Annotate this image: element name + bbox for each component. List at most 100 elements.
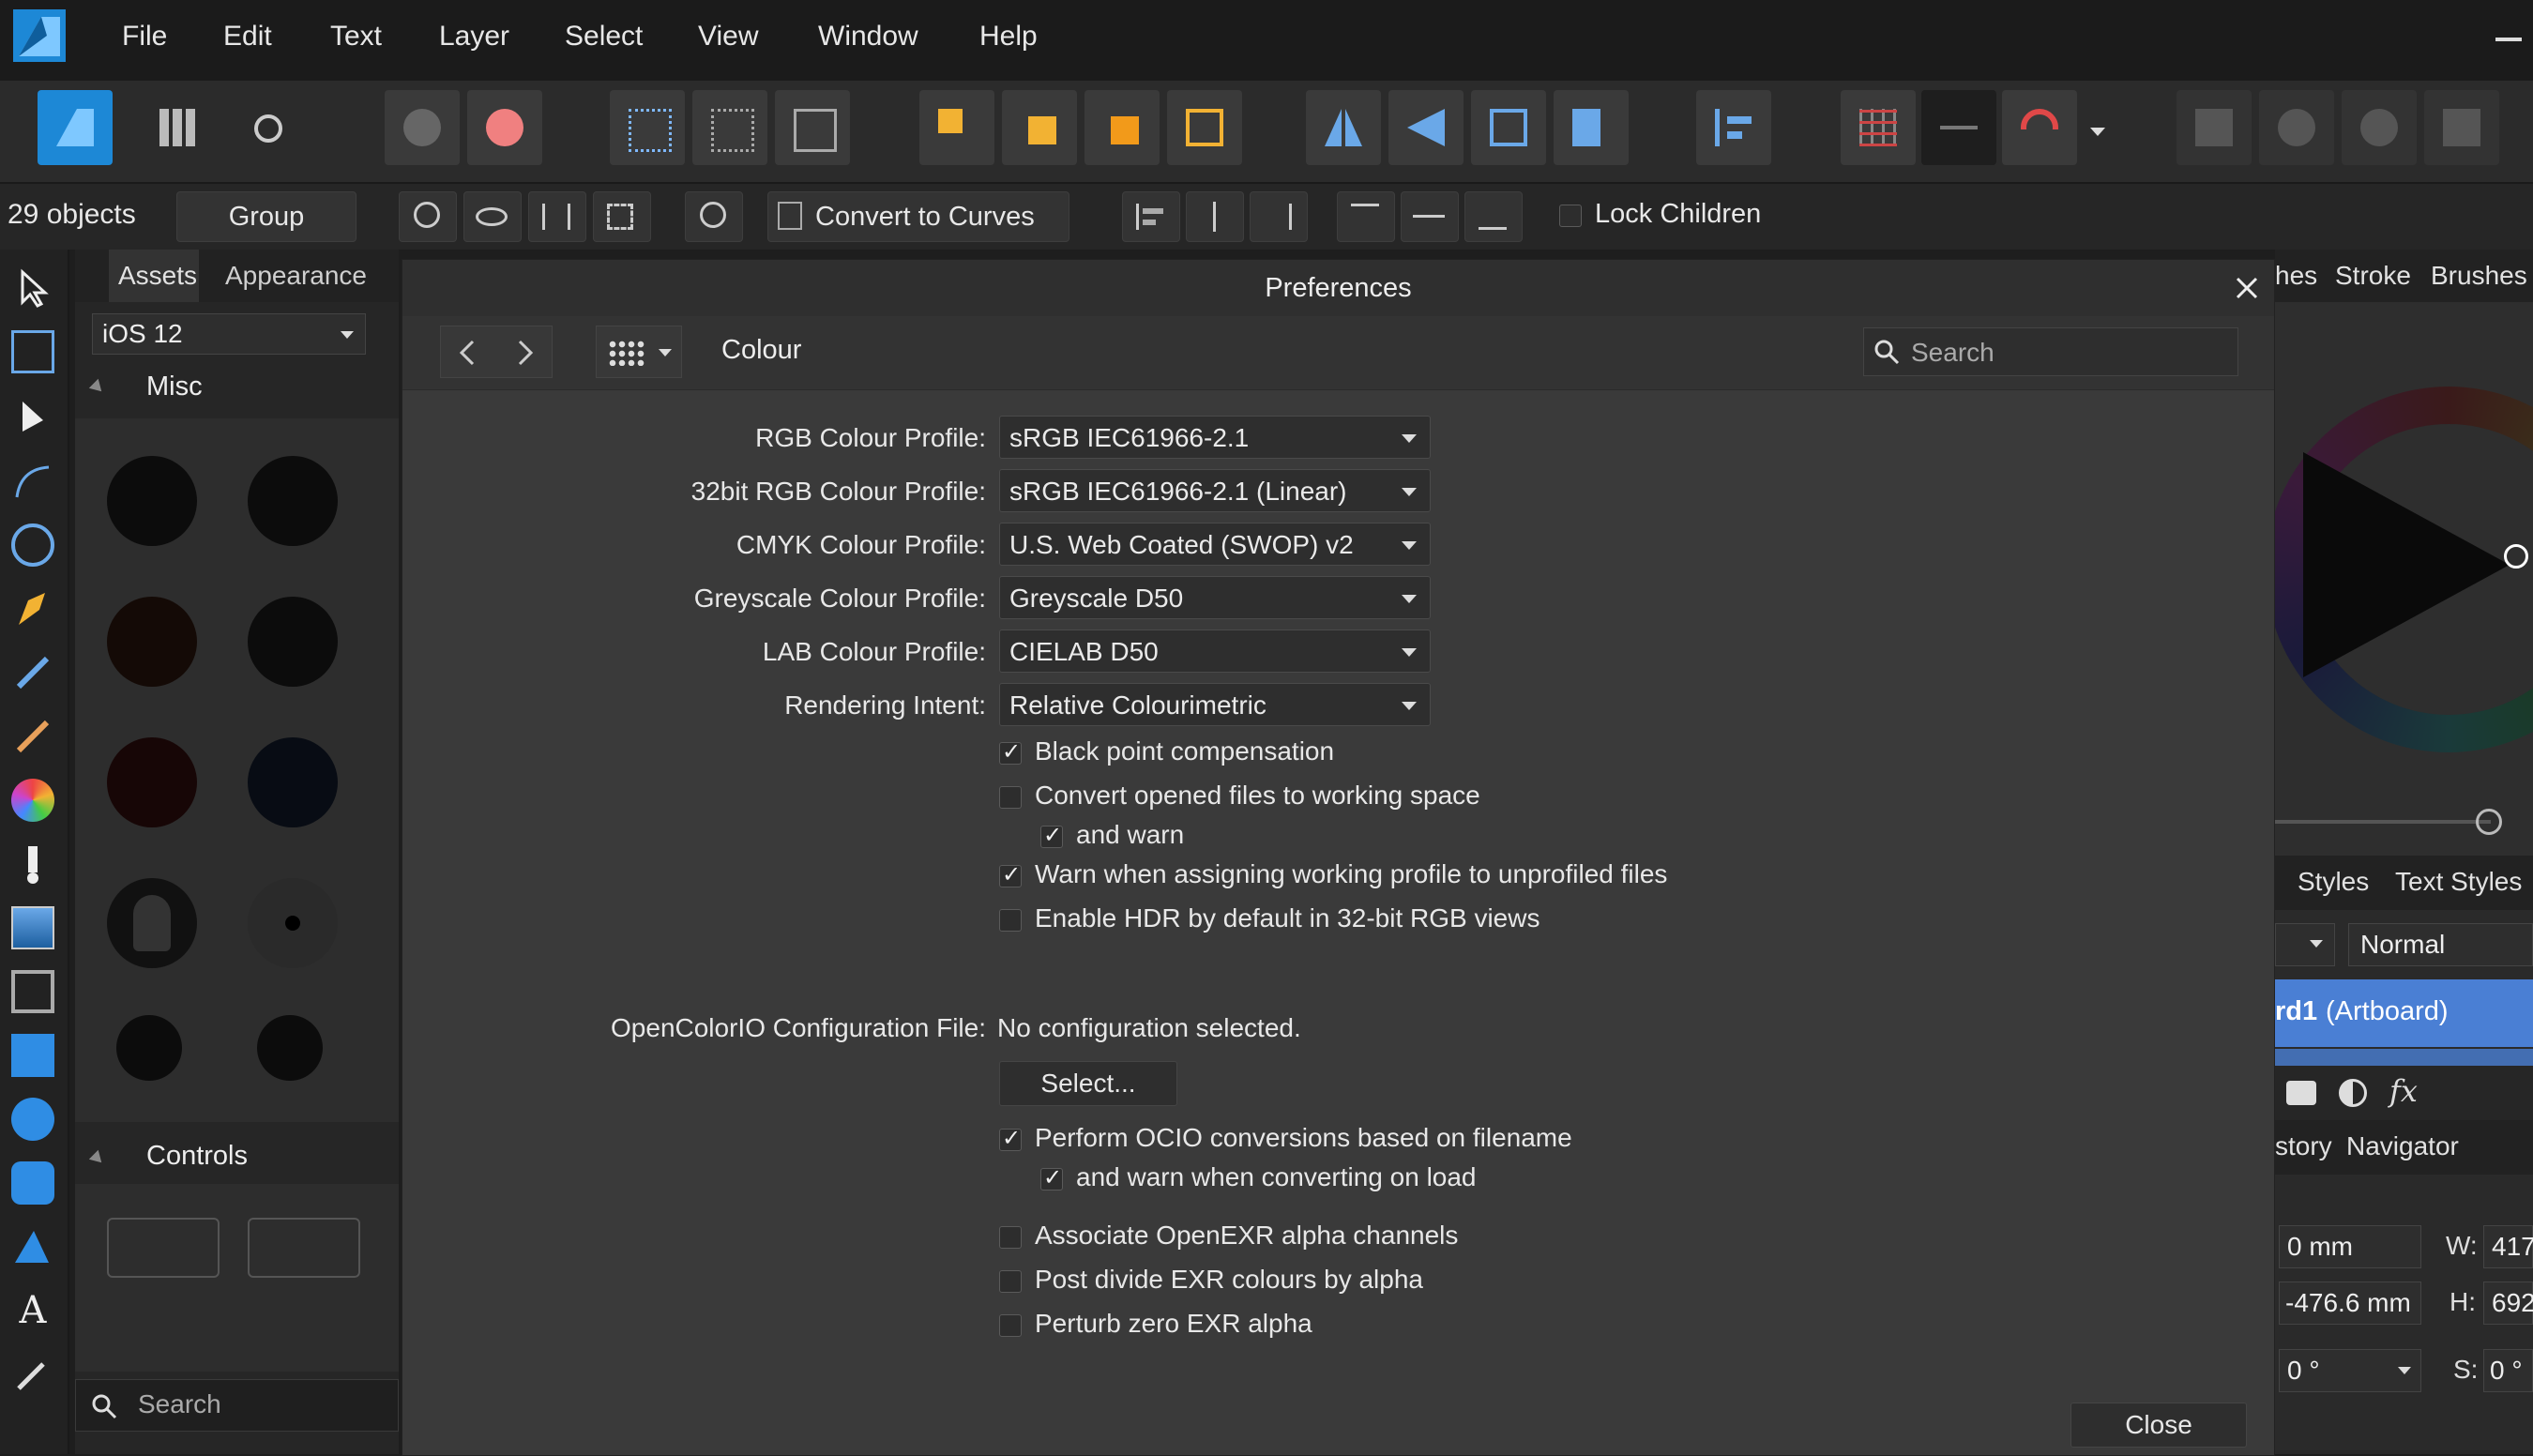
close-button[interactable]: Close <box>2070 1403 2247 1448</box>
opacity-slider-handle[interactable] <box>2476 809 2502 835</box>
colour-wheel[interactable] <box>2275 387 2533 752</box>
pixel-persona-button[interactable] <box>141 90 216 165</box>
minimize-icon[interactable] <box>2495 38 2522 41</box>
asset-avatar-icon[interactable] <box>107 878 197 968</box>
collapse-icon[interactable] <box>88 378 107 397</box>
crop-tool-icon[interactable] <box>11 970 54 1013</box>
ellipse-tool-icon[interactable] <box>11 1098 54 1141</box>
layer-row-artboard-2[interactable] <box>2275 1049 2533 1066</box>
rounded-rectangle-tool-icon[interactable] <box>11 1161 54 1205</box>
asset-control-item[interactable] <box>107 1218 220 1278</box>
boolean-intersect-button[interactable] <box>2342 90 2417 165</box>
rectangle-tool-icon[interactable] <box>11 1034 54 1077</box>
ocio-filename-checkbox[interactable] <box>999 1125 1022 1151</box>
select-bounds-button[interactable] <box>692 90 767 165</box>
arrange-forward-button[interactable] <box>1084 90 1160 165</box>
brush-tool-icon[interactable] <box>11 715 54 758</box>
openexr-alpha-checkbox[interactable] <box>999 1226 1022 1249</box>
corner-tool-icon[interactable] <box>11 460 54 503</box>
crosshair-icon[interactable] <box>399 191 457 242</box>
asset-trash-icon[interactable] <box>107 737 197 827</box>
align-top-icon[interactable] <box>1337 191 1395 242</box>
align-bottom-icon[interactable] <box>1464 191 1523 242</box>
enable-hdr-checkbox[interactable] <box>999 909 1022 932</box>
and-warn-checkbox[interactable] <box>1040 822 1063 848</box>
node-tool-icon[interactable] <box>11 396 54 439</box>
share-icon[interactable] <box>230 90 305 165</box>
asset-dot-icon[interactable] <box>248 878 338 968</box>
menu-help[interactable]: Help <box>979 21 1038 53</box>
preferences-search-input[interactable]: Search <box>1863 327 2238 376</box>
rotate-right-button[interactable] <box>1554 90 1629 165</box>
transform-button[interactable] <box>775 90 850 165</box>
place-image-tool-icon[interactable] <box>11 906 54 949</box>
triangle-tool-icon[interactable] <box>11 1225 54 1268</box>
move-tool-icon[interactable] <box>11 266 54 310</box>
tab-text-styles[interactable]: Text Styles <box>2395 867 2522 897</box>
text-tool-icon[interactable]: A <box>11 1289 54 1332</box>
tab-swatches[interactable]: hes <box>2275 261 2317 291</box>
lab-profile-select[interactable]: CIELAB D50 <box>999 629 1431 673</box>
width-field[interactable]: 417 <box>2483 1225 2533 1268</box>
ocio-warn-checkbox[interactable] <box>1040 1164 1063 1191</box>
designer-persona-button[interactable] <box>38 90 113 165</box>
pen-tool-icon[interactable] <box>11 587 54 630</box>
boolean-subtract-button[interactable] <box>2259 90 2334 165</box>
fill-tool-icon[interactable] <box>11 779 54 822</box>
menu-view[interactable]: View <box>698 21 758 53</box>
shear-field[interactable]: 0 ° <box>2483 1349 2533 1392</box>
colour-handle[interactable] <box>2504 544 2528 569</box>
snapping-magnet-icon[interactable] <box>2002 90 2077 165</box>
flip-horizontal-button[interactable] <box>1306 90 1381 165</box>
group-button[interactable]: Group <box>176 191 356 242</box>
pencil-tool-icon[interactable] <box>11 651 54 694</box>
opacity-slider[interactable] <box>2275 820 2491 824</box>
align-center-icon[interactable] <box>1186 191 1244 242</box>
rotate-left-button[interactable] <box>1471 90 1546 165</box>
assets-search-input[interactable]: Search <box>75 1379 399 1432</box>
eye-icon[interactable] <box>463 191 522 242</box>
asset-sound-icon[interactable] <box>248 597 338 687</box>
asset-calendar-icon[interactable] <box>248 737 338 827</box>
menu-select[interactable]: Select <box>565 21 643 53</box>
collapse-icon[interactable] <box>88 1149 107 1168</box>
point-transform-tool-icon[interactable] <box>11 523 54 567</box>
back-icon[interactable] <box>454 340 480 366</box>
menu-layer[interactable]: Layer <box>439 21 509 53</box>
asset-location-icon[interactable] <box>248 456 338 546</box>
greyscale-profile-select[interactable]: Greyscale D50 <box>999 576 1431 619</box>
boolean-add-button[interactable] <box>2177 90 2252 165</box>
tab-appearance[interactable]: Appearance <box>225 261 367 291</box>
warn-assigning-checkbox[interactable] <box>999 861 1022 887</box>
rgb-profile-select[interactable]: sRGB IEC61966-2.1 <box>999 416 1431 459</box>
tab-stroke[interactable]: Stroke <box>2335 261 2411 291</box>
align-right-icon[interactable] <box>1250 191 1308 242</box>
layer-row-artboard[interactable]: rd1 (Artboard) <box>2275 979 2533 1047</box>
snap-grid-button[interactable] <box>1841 90 1916 165</box>
snapping-toggle-button[interactable] <box>467 90 542 165</box>
snap-line-button[interactable] <box>1921 90 1996 165</box>
menu-file[interactable]: File <box>122 21 167 53</box>
tab-styles[interactable]: Styles <box>2298 867 2369 897</box>
adjustment-icon[interactable] <box>2339 1079 2367 1107</box>
cmyk-profile-select[interactable]: U.S. Web Coated (SWOP) v2 <box>999 523 1431 566</box>
rotation-field[interactable]: 0 ° <box>2279 1349 2421 1392</box>
y-position-field[interactable]: -476.6 mm <box>2279 1282 2421 1325</box>
perturb-alpha-checkbox[interactable] <box>999 1314 1022 1337</box>
mask-icon[interactable] <box>2286 1081 2316 1105</box>
tab-history[interactable]: story <box>2275 1131 2332 1161</box>
asset-control-item[interactable] <box>248 1218 360 1278</box>
arrange-back-button[interactable] <box>919 90 994 165</box>
arrange-backward-button[interactable] <box>1002 90 1077 165</box>
close-icon[interactable] <box>2234 275 2260 301</box>
post-divide-checkbox[interactable] <box>999 1270 1022 1293</box>
menu-window[interactable]: Window <box>818 21 918 53</box>
convert-opened-checkbox[interactable] <box>999 786 1022 809</box>
boolean-xor-button[interactable] <box>2424 90 2499 165</box>
menu-edit[interactable]: Edit <box>223 21 272 53</box>
tab-brushes[interactable]: Brushes <box>2431 261 2527 291</box>
rgb32-profile-select[interactable]: sRGB IEC61966-2.1 (Linear) <box>999 469 1431 512</box>
opacity-dropdown[interactable] <box>2275 923 2335 966</box>
snapping-shape-button[interactable] <box>385 90 460 165</box>
forward-icon[interactable] <box>512 340 538 366</box>
